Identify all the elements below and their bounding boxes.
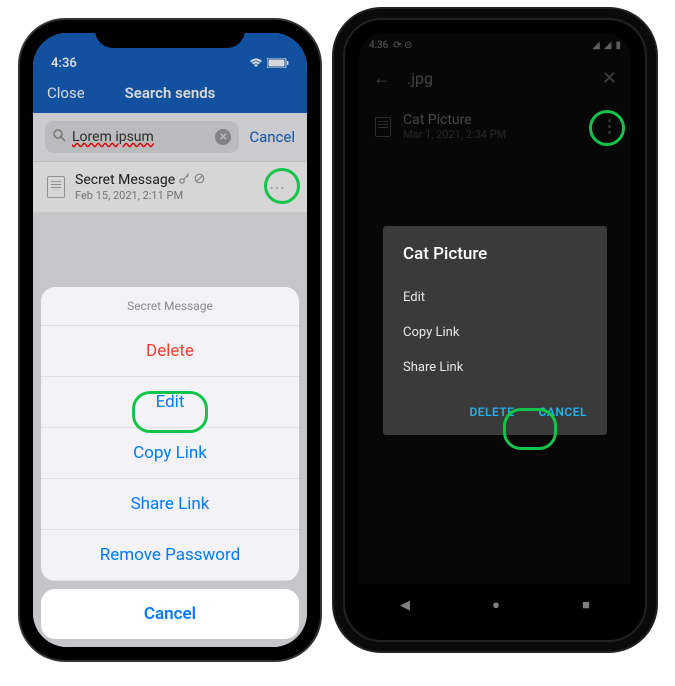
dialog-cancel-button[interactable]: CANCEL: [539, 399, 587, 425]
action-sheet-overlay[interactable]: Secret Message Delete Edit Copy Link Sha…: [33, 33, 307, 647]
sheet-edit-button[interactable]: Edit: [41, 377, 299, 428]
iphone-screen: 4:36 Close Search sends Lorem ipsum ✕: [33, 33, 307, 647]
iphone-device: 4:36 Close Search sends Lorem ipsum ✕: [20, 20, 320, 660]
sheet-cancel-button[interactable]: Cancel: [41, 589, 299, 639]
android-screen: 4:36 ⟳ ⊝ ◢ ◢ ▮ ← .jpg ✕ Cat Picture Mar …: [359, 34, 631, 626]
options-dialog: Cat Picture Edit Copy Link Share Link DE…: [383, 226, 607, 435]
dialog-delete-button[interactable]: DELETE: [469, 399, 514, 425]
sheet-copylink-button[interactable]: Copy Link: [41, 428, 299, 479]
iphone-notch: [95, 20, 245, 48]
sheet-delete-button[interactable]: Delete: [41, 326, 299, 377]
sheet-removepassword-button[interactable]: Remove Password: [41, 530, 299, 581]
dialog-edit-button[interactable]: Edit: [403, 280, 587, 315]
dialog-sharelink-button[interactable]: Share Link: [403, 350, 587, 385]
dialog-copylink-button[interactable]: Copy Link: [403, 315, 587, 350]
dialog-overlay[interactable]: Cat Picture Edit Copy Link Share Link DE…: [359, 34, 631, 626]
sheet-sharelink-button[interactable]: Share Link: [41, 479, 299, 530]
sheet-header: Secret Message: [41, 287, 299, 326]
dialog-title: Cat Picture: [403, 244, 587, 264]
android-device: 4:36 ⟳ ⊝ ◢ ◢ ▮ ← .jpg ✕ Cat Picture Mar …: [345, 20, 645, 640]
action-sheet: Secret Message Delete Edit Copy Link Sha…: [41, 287, 299, 581]
